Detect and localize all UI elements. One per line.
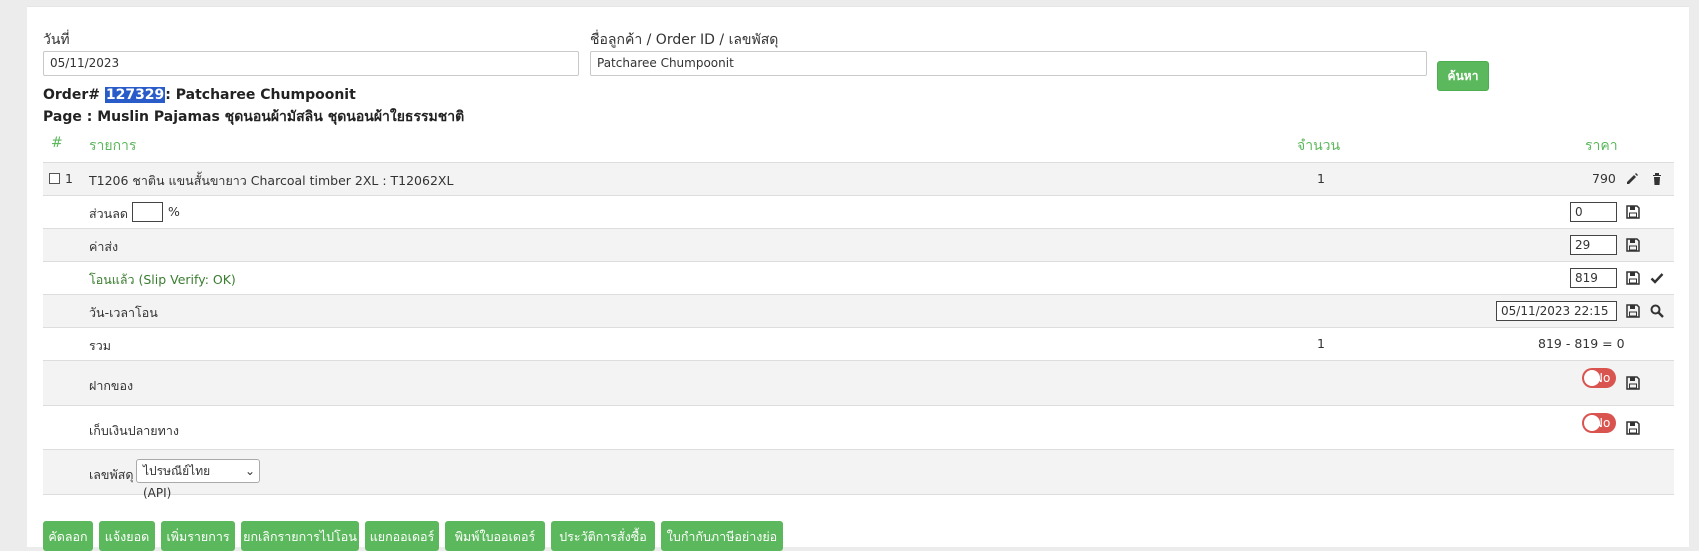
- split-order-button[interactable]: แยกออเดอร์: [365, 521, 439, 551]
- copy-button[interactable]: คัดลอก: [43, 521, 93, 551]
- customer-search-input[interactable]: Patcharee Chumpoonit: [590, 51, 1427, 76]
- table-row-cod: เก็บเงินปลายทาง No: [43, 405, 1674, 449]
- deposit-toggle[interactable]: No: [1582, 368, 1616, 388]
- search-button[interactable]: ค้นหา: [1437, 61, 1489, 91]
- table-row-total: รวม 1 819 - 819 = 0: [43, 327, 1674, 360]
- table-row-paid: โอนแล้ว (Slip Verify: OK) 819: [43, 261, 1674, 294]
- total-qty: 1: [1317, 336, 1325, 351]
- order-history-button[interactable]: ประวัติการสั่งซื้อ: [551, 521, 655, 551]
- col-qty-header: จำนวน: [1297, 138, 1341, 154]
- order-panel: วันที่ 05/11/2023 ชื่อลูกค้า / Order ID …: [27, 6, 1689, 551]
- print-order-button[interactable]: พิมพ์ใบออเดอร์: [445, 521, 545, 551]
- item-number: 1: [65, 171, 73, 186]
- order-id[interactable]: 127329: [104, 87, 166, 103]
- save-icon[interactable]: [1626, 238, 1640, 252]
- table-row-transfer-time: วัน-เวลาโอน 05/11/2023 22:15: [43, 294, 1674, 327]
- chevron-down-icon: ⌄: [244, 464, 255, 478]
- item-checkbox[interactable]: [49, 173, 60, 184]
- table-row-shipping: ค่าส่ง 29: [43, 228, 1674, 261]
- save-icon[interactable]: [1626, 421, 1640, 435]
- notify-total-button[interactable]: แจ้งยอด: [99, 521, 155, 551]
- date-label: วันที่: [43, 32, 70, 48]
- order-title: Order# 127329: Patcharee Chumpoonit: [43, 87, 356, 103]
- transfer-time-label: วัน-เวลาโอน: [89, 305, 158, 320]
- save-icon[interactable]: [1626, 304, 1640, 318]
- discount-label: ส่วนลด: [89, 206, 128, 221]
- shipping-label: ค่าส่ง: [89, 239, 119, 254]
- paid-label: โอนแล้ว (Slip Verify: OK): [89, 272, 236, 287]
- save-icon[interactable]: [1626, 376, 1640, 390]
- table-row-item: 1 T1206 ชาติน แขนสั้นขายาว Charcoal timb…: [43, 162, 1674, 195]
- discount-percent-input[interactable]: [132, 202, 163, 222]
- carrier-selected: ไปรษณีย์ไทย (API): [143, 464, 211, 500]
- tax-invoice-button[interactable]: ใบกำกับภาษีอย่างย่อ: [661, 521, 783, 551]
- order-prefix: Order#: [43, 87, 100, 103]
- cod-label: เก็บเงินปลายทาง: [89, 423, 179, 438]
- table-row-deposit: ฝากของ No: [43, 360, 1674, 405]
- shipping-input[interactable]: 29: [1570, 235, 1617, 255]
- search-icon[interactable]: [1650, 304, 1664, 318]
- checkmark-icon[interactable]: [1650, 271, 1664, 285]
- item-qty: 1: [1317, 171, 1325, 186]
- col-price-header: ราคา: [1585, 138, 1618, 154]
- customer-search-label: ชื่อลูกค้า / Order ID / เลขพัสดุ: [590, 32, 779, 48]
- carrier-select[interactable]: ไปรษณีย์ไทย (API) ⌄: [136, 459, 260, 500]
- col-item-header: รายการ: [89, 138, 137, 154]
- cancel-item-button[interactable]: ยกเลิกรายการไปโอน: [241, 521, 359, 551]
- tracking-label: เลขพัสดุ: [89, 467, 134, 482]
- pencil-icon[interactable]: [1625, 172, 1639, 186]
- date-input[interactable]: 05/11/2023: [43, 51, 579, 76]
- total-label: รวม: [89, 338, 111, 353]
- trash-icon[interactable]: [1650, 172, 1664, 186]
- paid-amount-input[interactable]: 819: [1570, 268, 1617, 288]
- order-customer: : Patcharee Chumpoonit: [165, 87, 356, 103]
- discount-amount-input[interactable]: 0: [1570, 202, 1617, 222]
- table-row-discount: ส่วนลด % 0: [43, 195, 1674, 228]
- save-icon[interactable]: [1626, 205, 1640, 219]
- add-item-button[interactable]: เพิ่มรายการ: [161, 521, 235, 551]
- item-name: T1206 ชาติน แขนสั้นขายาว Charcoal timber…: [89, 173, 454, 188]
- col-number-header: #: [51, 135, 63, 151]
- discount-percent-sign: %: [168, 204, 180, 219]
- total-balance: 819 - 819 = 0: [1538, 336, 1625, 351]
- item-price: 790: [1592, 171, 1616, 186]
- save-icon[interactable]: [1626, 271, 1640, 285]
- deposit-label: ฝากของ: [89, 378, 134, 393]
- transfer-time-input[interactable]: 05/11/2023 22:15: [1496, 301, 1617, 321]
- order-page: Page : Muslin Pajamas ชุดนอนผ้ามัสลิน ชุ…: [43, 109, 465, 125]
- table-row-tracking: เลขพัสดุ ไปรษณีย์ไทย (API) ⌄: [43, 449, 1674, 500]
- cod-toggle[interactable]: No: [1582, 413, 1616, 433]
